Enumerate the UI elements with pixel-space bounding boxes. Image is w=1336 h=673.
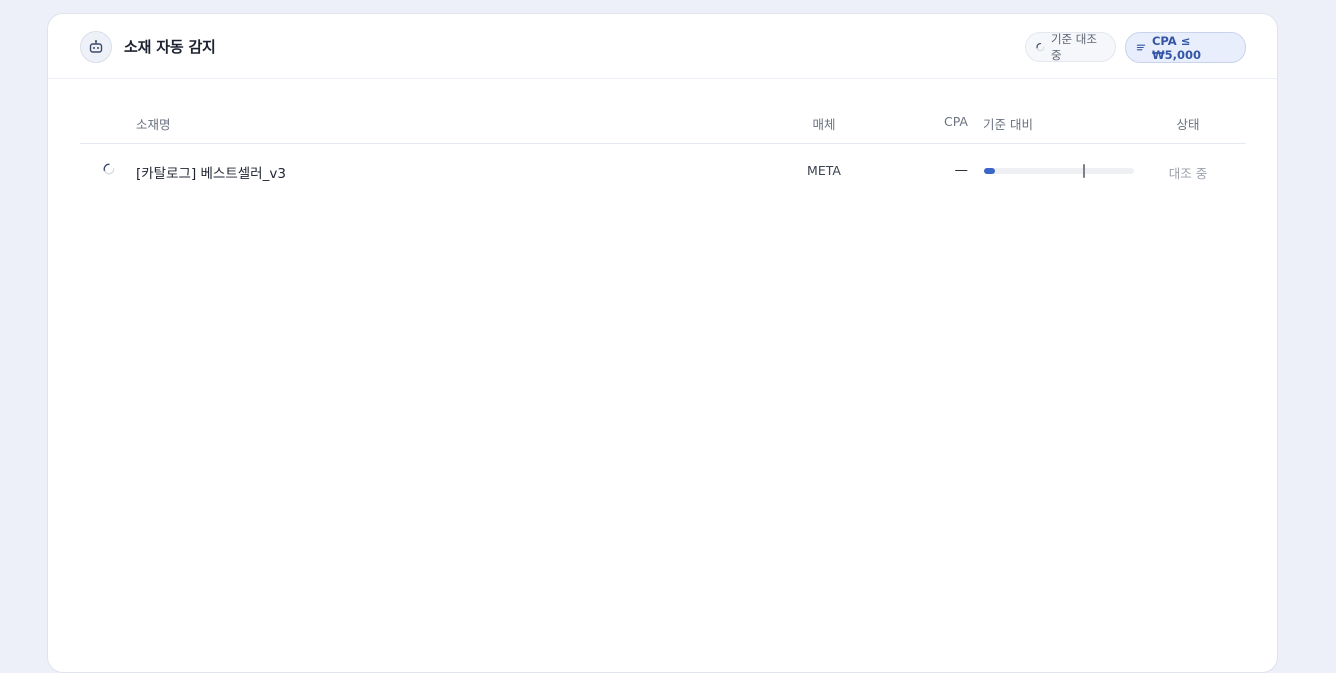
column-header-media: 매체	[812, 117, 836, 132]
cpa-filter-button[interactable]: CPA ≤ ₩5,000	[1125, 32, 1246, 63]
table-row[interactable]: [카탈로그] 베스트셀러_v3 META — 대조 중	[80, 144, 1246, 198]
filter-chip-label: CPA ≤ ₩5,000	[1151, 33, 1202, 62]
cpa-value: —	[954, 162, 969, 178]
table-header: 소재명 매체 CPA 기준 대비 상태	[80, 109, 1246, 144]
panel-title: 소재 자동 감지	[124, 38, 216, 56]
panel-header: 소재 자동 감지 기준 대조 중 CPA ≤ ₩5,000	[48, 14, 1277, 79]
spinner-icon	[1036, 43, 1045, 52]
filter-lines-icon	[1136, 44, 1146, 51]
status-chip: 기준 대조 중	[1025, 32, 1116, 62]
creative-table: 소재명 매체 CPA 기준 대비 상태 [카탈로그] 베스트셀러_v3 META…	[80, 109, 1246, 198]
column-header-vs-baseline: 기준 대비	[983, 117, 1033, 132]
baseline-progress-bar	[984, 164, 1134, 178]
status-value: 대조 중	[1168, 166, 1208, 181]
status-chip-label: 기준 대조 중	[1050, 32, 1097, 62]
baseline-marker	[1083, 164, 1085, 178]
column-header-name: 소재명	[136, 117, 171, 132]
robot-icon	[80, 31, 112, 63]
spinner-icon	[103, 163, 115, 175]
media-value: META	[807, 163, 841, 178]
auto-detect-panel: 소재 자동 감지 기준 대조 중 CPA ≤ ₩5,000 소재명 매체 CPA…	[47, 13, 1278, 673]
column-header-status: 상태	[1176, 117, 1200, 132]
column-header-cpa: CPA	[943, 114, 968, 129]
baseline-progress-fill	[984, 168, 995, 174]
creative-name: [카탈로그] 베스트셀러_v3	[136, 166, 286, 182]
